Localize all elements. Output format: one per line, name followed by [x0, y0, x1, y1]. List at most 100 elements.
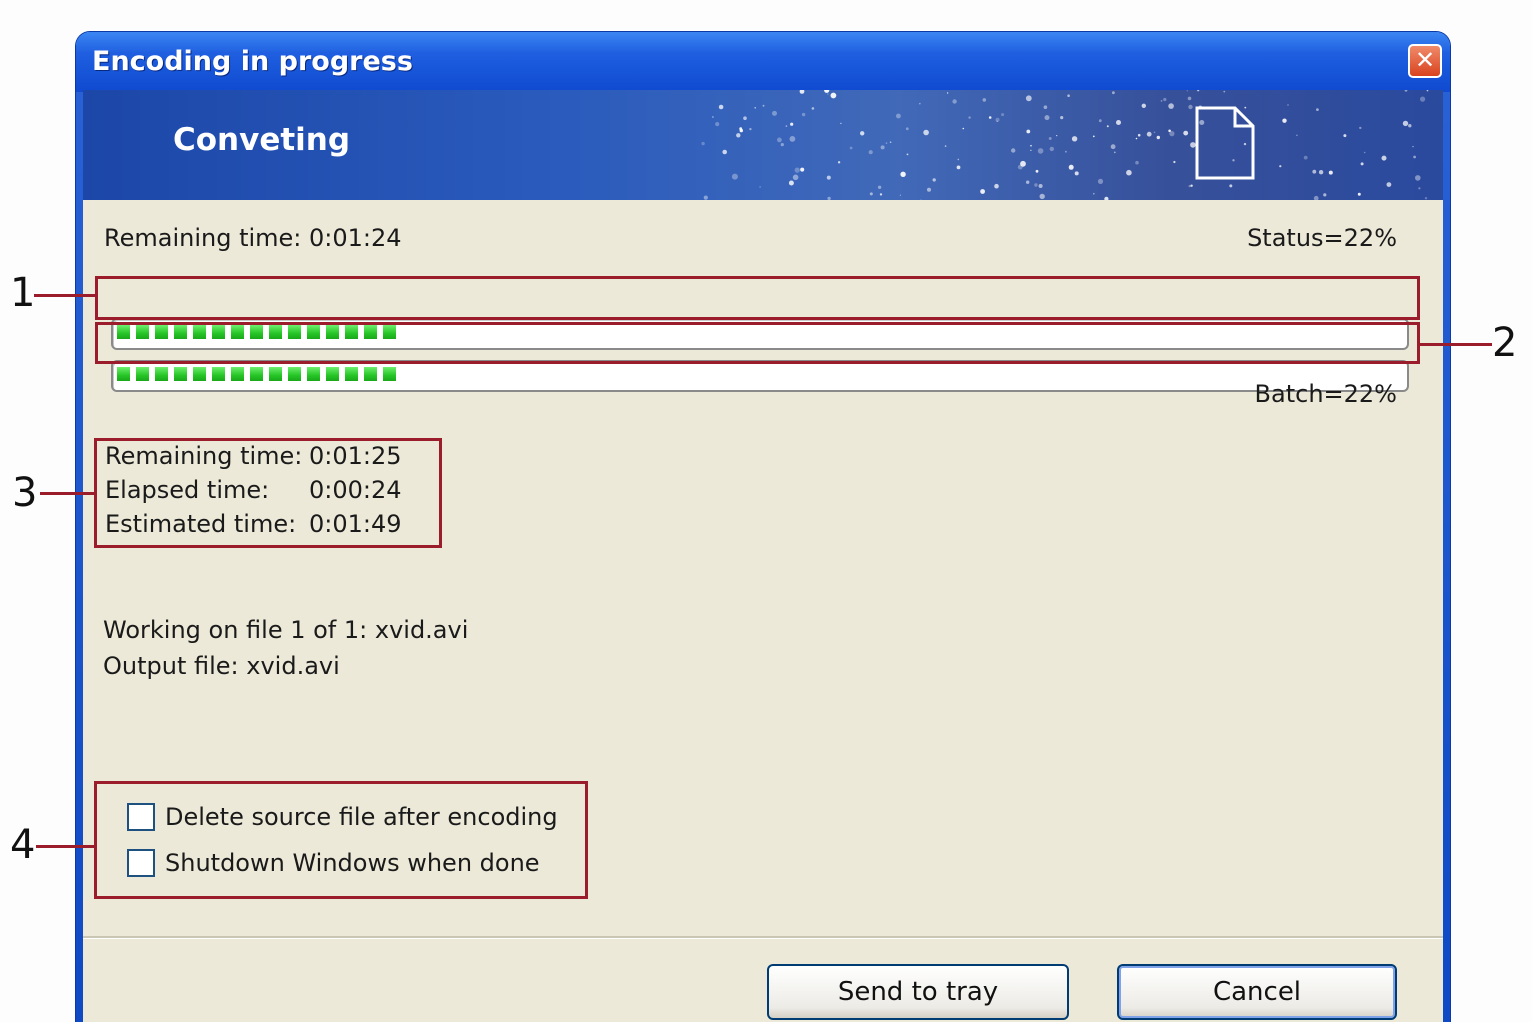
working-file-label: Working on file 1 of 1: xvid.avi — [103, 616, 469, 644]
sparkle-dot — [718, 104, 724, 110]
sparkle-dot — [811, 107, 815, 110]
sparkle-dot — [957, 158, 960, 161]
sparkle-dot — [792, 174, 799, 181]
sparkle-dot — [826, 175, 831, 180]
progress-segment — [231, 367, 244, 381]
sparkle-dot — [1039, 193, 1045, 200]
progress-segment — [250, 367, 263, 381]
callout-box-3 — [94, 438, 442, 548]
sparkle-dot — [1357, 192, 1361, 196]
send-to-tray-button[interactable]: Send to tray — [767, 964, 1069, 1020]
sparkle-dot — [1279, 165, 1282, 168]
sparkle-dot — [1112, 91, 1115, 95]
sparkle-dot — [794, 167, 800, 173]
sparkle-dot — [1188, 185, 1191, 188]
sparkle-dot — [1420, 96, 1426, 102]
sparkle-dot — [1034, 183, 1038, 187]
sparkle-dot — [827, 196, 831, 200]
progress-segment — [383, 367, 396, 381]
sparkle-dot — [885, 142, 888, 144]
sparkle-dot — [1110, 144, 1116, 150]
sparkle-dot — [1386, 182, 1392, 187]
sparkle-dot — [736, 133, 741, 138]
sparkle-dot — [1363, 151, 1366, 154]
sparkle-dot — [1187, 96, 1192, 101]
sparkle-dot — [1116, 120, 1121, 125]
callout-line-4 — [36, 845, 96, 848]
sparkle-dot — [1404, 90, 1408, 92]
remaining-time-label: Remaining time: 0:01:24 — [104, 224, 402, 252]
sparkle-dot — [1025, 95, 1032, 102]
sparkle-dot — [788, 180, 794, 186]
sparkle-dot — [1359, 126, 1362, 130]
sparkle-dot — [860, 131, 865, 136]
sparkle-dot — [1153, 131, 1156, 134]
sparkle-dot — [837, 161, 841, 164]
sparkle-dot — [868, 150, 873, 155]
sparkle-dot — [1183, 130, 1189, 136]
callout-number-1: 1 — [10, 270, 36, 316]
sparkle-dot — [1017, 164, 1023, 170]
sparkle-dot — [1312, 169, 1317, 174]
header-banner: Conveting — [83, 90, 1443, 200]
sparkle-dot — [920, 199, 922, 200]
close-icon[interactable]: ✕ — [1408, 44, 1442, 78]
sparkle-dot — [906, 153, 909, 156]
sparkle-dot — [1169, 131, 1175, 137]
sparkle-dot — [799, 90, 805, 94]
sparkle-dot — [712, 116, 714, 118]
sparkle-dot — [1126, 169, 1132, 176]
sparkle-dot — [1030, 144, 1032, 147]
sparkle-dot — [789, 136, 796, 142]
button-separator — [83, 936, 1443, 939]
sparkle-dot — [896, 113, 901, 119]
sparkle-dot — [824, 90, 830, 93]
sparkle-dot — [1303, 155, 1308, 160]
title-bar[interactable]: Encoding in progress ✕ — [76, 32, 1450, 92]
sparkle-dot — [1048, 137, 1052, 140]
sparkle-dot — [1098, 119, 1102, 123]
sparkle-dot — [1068, 164, 1074, 170]
sparkle-dot — [1065, 150, 1067, 153]
sparkle-dot — [1173, 160, 1176, 164]
progress-segment — [117, 367, 130, 381]
status-percent-label: Status=22% — [1247, 224, 1397, 252]
sparkle-dot — [715, 122, 720, 127]
sparkle-dot — [1104, 196, 1109, 200]
sparkle-dot — [923, 129, 929, 136]
sparkle-dot — [1156, 135, 1161, 140]
sparkle-dot — [899, 194, 902, 196]
sparkle-dot — [932, 178, 936, 182]
cancel-button[interactable]: Cancel — [1117, 964, 1397, 1020]
banner-title: Conveting — [173, 122, 351, 158]
callout-line-1 — [34, 294, 96, 297]
batch-percent-label: Batch=22% — [1254, 380, 1397, 408]
sparkle-dot — [785, 125, 788, 127]
sparkle-dot — [1044, 115, 1050, 121]
sparkle-dot — [944, 145, 947, 147]
sparkle-dot — [1197, 90, 1200, 92]
sparkle-dot — [900, 171, 906, 177]
sparkle-dot — [879, 193, 883, 196]
sparkle-dot — [1106, 125, 1109, 128]
sparkle-dot — [1426, 90, 1429, 92]
sparkle-dot — [918, 102, 921, 105]
progress-segment — [174, 367, 187, 381]
sparkle-dot — [1092, 135, 1095, 138]
sparkle-dot — [1001, 113, 1005, 117]
sparkle-dot — [749, 127, 752, 131]
sparkle-dot — [703, 195, 708, 200]
callout-number-3: 3 — [12, 470, 38, 516]
sparkle-dot — [1030, 149, 1032, 151]
sparkle-dot — [952, 99, 957, 104]
sparkle-dot — [980, 189, 985, 194]
sparkle-dot — [827, 93, 829, 95]
sparkle-dot — [1146, 131, 1152, 137]
sparkle-dot — [1323, 193, 1327, 197]
sparkle-dot — [1412, 145, 1414, 148]
sparkle-dot — [956, 165, 961, 170]
progress-segment — [326, 367, 339, 381]
sparkle-dot — [946, 92, 949, 94]
sparkle-dot — [1229, 184, 1233, 188]
sparkle-dot — [801, 112, 806, 117]
